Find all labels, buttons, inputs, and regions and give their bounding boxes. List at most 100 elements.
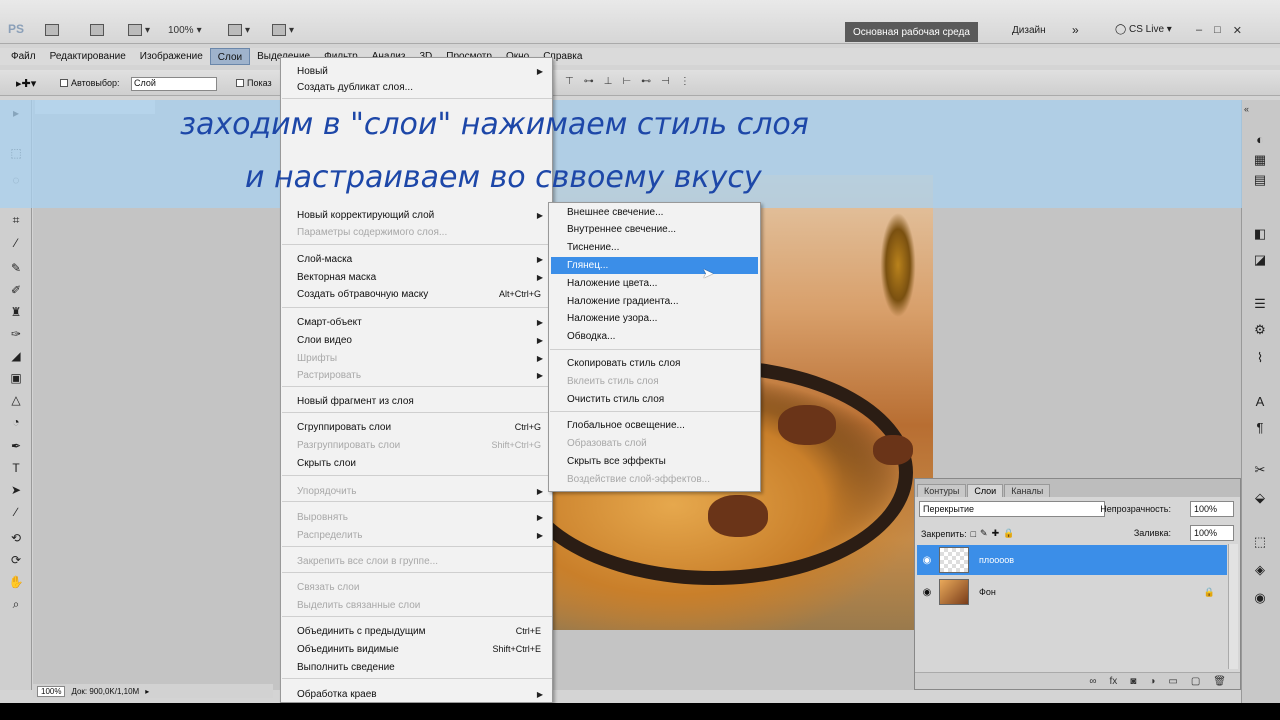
zoom-level-select[interactable]: 100% ▾ bbox=[168, 22, 202, 38]
layer-menu-item[interactable]: Упорядочить ▶ bbox=[297, 483, 547, 499]
layer-menu-item[interactable]: Новый фрагмент из слоя bbox=[297, 393, 547, 409]
layer-style-item[interactable]: Наложение узора... bbox=[551, 310, 758, 327]
hand-tool-icon[interactable]: ✋ bbox=[8, 574, 24, 590]
lock-transparency-icon[interactable]: □ bbox=[971, 529, 976, 539]
layer-menu-item[interactable]: Смарт-объект ▶ bbox=[297, 314, 547, 330]
paths-panel-icon[interactable]: ⬚ bbox=[1252, 534, 1268, 550]
layer-menu-item[interactable]: Сгруппировать слои Ctrl+G bbox=[297, 419, 547, 435]
blend-mode-select[interactable]: Перекрытие bbox=[919, 501, 1105, 517]
launch-bridge-icon[interactable] bbox=[45, 22, 59, 38]
layer-menu-item[interactable]: Слой-маска ▶ bbox=[297, 251, 547, 267]
layer-menu-item[interactable]: Создать дубликат слоя... bbox=[297, 79, 547, 95]
design-workspace-button[interactable]: Дизайн bbox=[1012, 25, 1046, 36]
visibility-eye-icon[interactable]: ◉ bbox=[917, 555, 937, 566]
align-hcenter-icon[interactable]: ⊷ bbox=[641, 76, 651, 87]
layer-menu-item[interactable]: Разгруппировать слои Shift+Ctrl+G bbox=[297, 437, 547, 453]
eraser-tool-icon[interactable]: ◢ bbox=[8, 348, 24, 364]
history-brush-icon[interactable]: ✑ bbox=[8, 326, 24, 342]
layer-menu-item[interactable]: Шрифты ▶ bbox=[297, 350, 547, 366]
show-transform-checkbox[interactable]: Показ bbox=[236, 78, 272, 88]
align-left-icon[interactable]: ⊢ bbox=[622, 76, 631, 87]
opacity-field[interactable]: 100% bbox=[1190, 501, 1234, 517]
blur-tool-icon[interactable]: △ bbox=[8, 392, 24, 408]
add-mask-icon[interactable]: ◙ bbox=[1130, 676, 1136, 687]
layer-menu-item[interactable]: Связать слои bbox=[297, 579, 547, 595]
new-adjustment-icon[interactable]: ◑ bbox=[1149, 676, 1155, 687]
layer-style-item[interactable]: Внешнее свечение... bbox=[551, 204, 758, 221]
gradient-tool-icon[interactable]: ▣ bbox=[8, 370, 24, 386]
path-selection-icon[interactable]: ➤ bbox=[8, 482, 24, 498]
clone-source-icon[interactable]: ⬙ bbox=[1252, 490, 1268, 506]
cs-live-button[interactable]: ◯ CS Live ▾ bbox=[1115, 24, 1172, 35]
delete-layer-icon[interactable]: 🗑 bbox=[1213, 676, 1226, 687]
launch-minibridge-icon[interactable] bbox=[90, 22, 104, 38]
pen-tool-icon[interactable]: ✒ bbox=[8, 438, 24, 454]
layer-style-item[interactable]: Внутреннее свечение... bbox=[551, 221, 758, 238]
history-panel-icon[interactable]: ☰ bbox=[1252, 296, 1268, 312]
eyedropper-tool-icon[interactable]: ⁄ bbox=[8, 235, 24, 251]
clone-stamp-icon[interactable]: ♜ bbox=[8, 304, 24, 320]
layer-style-item[interactable]: Обводка... bbox=[551, 328, 758, 345]
lock-all-icon[interactable]: 🔒 bbox=[1003, 528, 1014, 539]
align-top-icon[interactable]: ⊤ bbox=[565, 76, 574, 87]
layer-style-item[interactable]: Наложение цвета... bbox=[551, 275, 758, 292]
adjustments-panel-icon[interactable]: ◧ bbox=[1252, 226, 1268, 242]
character-panel-icon[interactable]: A bbox=[1252, 394, 1268, 410]
new-group-icon[interactable]: ▭ bbox=[1168, 676, 1177, 687]
menu-edit[interactable]: Редактирование bbox=[43, 48, 133, 65]
type-tool-icon[interactable]: T bbox=[8, 460, 24, 476]
layer-menu-item[interactable]: Объединить с предыдущим Ctrl+E bbox=[297, 623, 547, 639]
swatches-panel-icon[interactable]: ▦ bbox=[1252, 152, 1268, 168]
tab-channels[interactable]: Каналы bbox=[1004, 484, 1051, 497]
more-workspaces-button[interactable]: » bbox=[1072, 23, 1079, 37]
distribute-icon[interactable]: ⋮ bbox=[680, 76, 690, 87]
layer-menu-item[interactable]: Выровнять ▶ bbox=[297, 509, 547, 525]
layer-style-item[interactable]: Тиснение... bbox=[551, 239, 758, 256]
tool-presets-icon[interactable]: ✂ bbox=[1252, 462, 1268, 478]
move-tool-icon[interactable]: ▸✚▾ bbox=[16, 77, 36, 90]
layer-menu-item[interactable]: Создать обтравочную маску Alt+Ctrl+G bbox=[297, 286, 547, 302]
layer-menu-item[interactable]: Обработка краев ▶ bbox=[297, 686, 547, 702]
align-right-icon[interactable]: ⊣ bbox=[661, 76, 670, 87]
menu-layers[interactable]: Слои bbox=[209, 48, 251, 65]
auto-select-target-select[interactable]: Слой bbox=[131, 77, 217, 91]
restore-icon[interactable]: □ bbox=[1214, 24, 1221, 37]
line-tool-icon[interactable]: ∕ bbox=[8, 504, 24, 520]
layer-style-item[interactable]: Наложение градиента... bbox=[551, 293, 758, 310]
layer-menu-item[interactable]: Новый корректирующий слой ▶ bbox=[297, 207, 547, 223]
add-layer-style-icon[interactable]: fx bbox=[1110, 676, 1118, 687]
layer-style-item[interactable]: Глянец... bbox=[551, 257, 758, 274]
actions-panel-icon[interactable]: ⚙ bbox=[1252, 322, 1268, 338]
status-arrow-icon[interactable]: ▸ bbox=[145, 687, 149, 696]
layer-row[interactable]: ◉ Фон 🔒 bbox=[917, 577, 1227, 607]
auto-select-checkbox[interactable]: Автовыбор: bbox=[60, 78, 120, 88]
layer-menu-item[interactable]: Слои видео ▶ bbox=[297, 332, 547, 348]
arrange-documents-icon[interactable]: ▾ bbox=[228, 22, 250, 38]
layer-menu-item[interactable]: Выполнить сведение bbox=[297, 659, 547, 675]
channels-panel-icon[interactable]: ◉ bbox=[1252, 590, 1268, 606]
menu-file[interactable]: Файл bbox=[4, 48, 43, 65]
screen-mode-icon[interactable]: ▾ bbox=[272, 22, 294, 38]
layer-row[interactable]: ◉ плоооов bbox=[917, 545, 1227, 575]
healing-brush-icon[interactable]: ✎ bbox=[8, 260, 24, 276]
tab-layers[interactable]: Слои bbox=[967, 484, 1004, 497]
lock-position-icon[interactable]: ✚ bbox=[992, 528, 1000, 539]
layer-style-item[interactable]: Очистить стиль слоя bbox=[551, 391, 758, 408]
3d-orbit-icon[interactable]: ⟳ bbox=[8, 552, 24, 568]
dodge-tool-icon[interactable]: ◔ bbox=[8, 414, 24, 430]
align-vcenter-icon[interactable]: ⊶ bbox=[584, 76, 594, 87]
brush-presets-icon[interactable]: ⌇ bbox=[1252, 350, 1268, 366]
color-panel-icon[interactable]: ◐ bbox=[1252, 132, 1268, 148]
styles-panel-icon[interactable]: ▤ bbox=[1252, 172, 1268, 188]
layers-scrollbar[interactable] bbox=[1228, 544, 1238, 669]
layer-style-item[interactable]: Скопировать стиль слоя bbox=[551, 355, 758, 372]
dock-collapse-icon[interactable]: « bbox=[1244, 104, 1249, 114]
layer-menu-item[interactable]: Векторная маска ▶ bbox=[297, 269, 547, 285]
layer-menu-item[interactable]: Закрепить все слои в группе... bbox=[297, 553, 547, 569]
layer-style-item[interactable]: Образовать слой bbox=[551, 435, 758, 452]
layers-panel-icon[interactable]: ◈ bbox=[1252, 562, 1268, 578]
layer-menu-item[interactable]: Объединить видимые Shift+Ctrl+E bbox=[297, 641, 547, 657]
layer-menu-item[interactable]: Распределить ▶ bbox=[297, 527, 547, 543]
layer-menu-item[interactable]: Параметры содержимого слоя... bbox=[297, 224, 547, 240]
close-icon[interactable]: ✕ bbox=[1233, 24, 1242, 37]
